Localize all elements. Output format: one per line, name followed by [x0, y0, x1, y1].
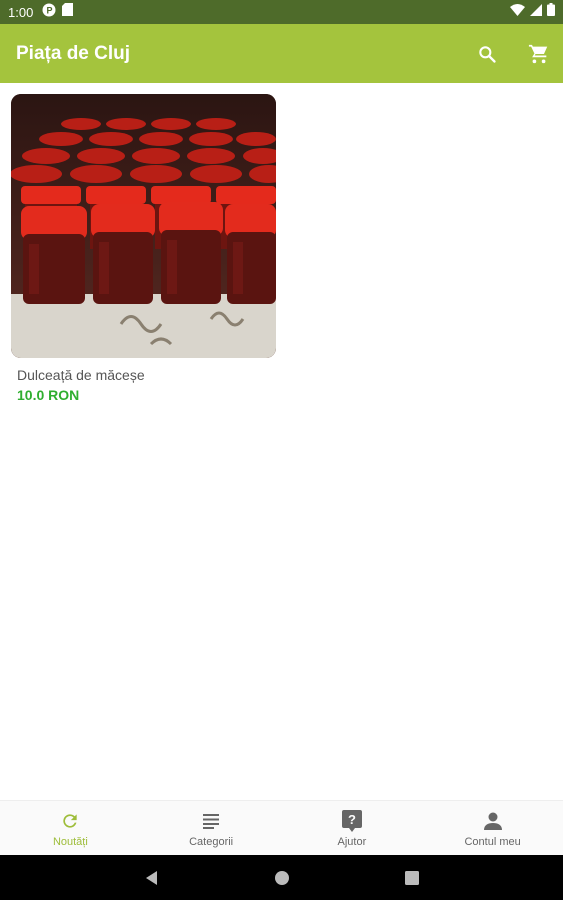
refresh-icon: [63, 814, 78, 828]
product-name: Dulceață de măceșe: [17, 367, 145, 383]
list-icon: [203, 814, 220, 829]
nav-label: Contul meu: [464, 836, 521, 848]
bottom-nav: Noutăți Categorii ? Ajutor Contul meu: [0, 800, 563, 856]
nav-item-contul-meu[interactable]: Contul meu: [422, 801, 563, 856]
search-button[interactable]: [475, 42, 499, 66]
jam-jars-photo: [11, 94, 276, 358]
sd-card-icon: [62, 3, 74, 21]
product-image[interactable]: [11, 94, 276, 358]
search-icon: [479, 45, 496, 63]
recents-button[interactable]: [397, 863, 427, 893]
product-price: 10.0 RON: [17, 387, 80, 403]
signal-icon: [530, 3, 542, 21]
cart-icon: [528, 44, 548, 63]
account-icon: [483, 812, 502, 830]
app-bar: Piața de Cluj: [0, 24, 563, 83]
status-time: 1:00: [8, 4, 34, 20]
nav-item-categorii[interactable]: Categorii: [141, 801, 282, 856]
nav-item-ajutor[interactable]: ? Ajutor: [282, 801, 423, 856]
svg-text:?: ?: [348, 812, 356, 827]
recents-icon: [404, 870, 419, 885]
nav-item-noutati[interactable]: Noutăți: [0, 801, 141, 856]
nav-label: Categorii: [189, 836, 234, 848]
product-card[interactable]: Dulceață de măceșe 10.0 RON: [11, 94, 277, 403]
home-button[interactable]: [267, 863, 297, 893]
back-icon: [145, 870, 157, 885]
status-bar: 1:00 P: [0, 0, 563, 24]
p-notification-icon: P: [42, 3, 56, 22]
wifi-icon: [510, 3, 525, 21]
app-title: Piața de Cluj: [16, 42, 131, 64]
svg-text:P: P: [47, 5, 53, 15]
cart-button[interactable]: [527, 42, 551, 66]
system-nav-bar: [0, 855, 563, 900]
product-list: Dulceață de măceșe 10.0 RON: [0, 83, 563, 800]
home-icon: [274, 870, 289, 885]
back-button[interactable]: [137, 863, 167, 893]
help-icon: ?: [341, 810, 362, 832]
battery-icon: [547, 3, 555, 21]
nav-label: Ajutor: [337, 836, 367, 848]
nav-label: Noutăți: [52, 836, 88, 848]
